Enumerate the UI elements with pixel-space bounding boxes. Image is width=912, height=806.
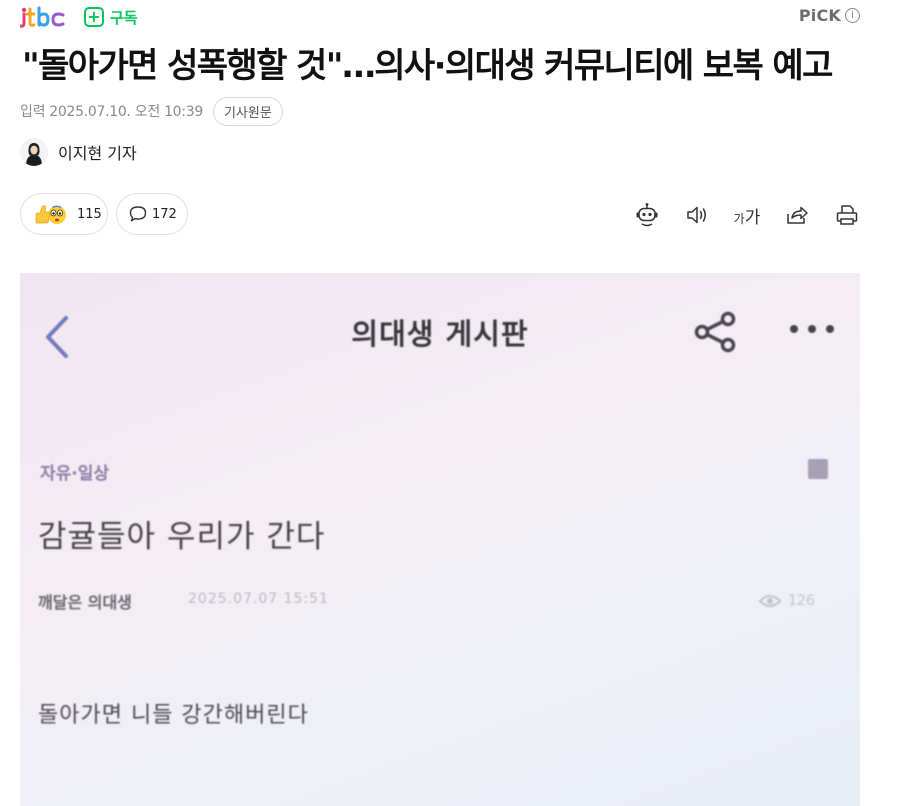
reaction-emoji-icon bbox=[35, 205, 66, 224]
top-bar: + 구독 PiCK i bbox=[20, 4, 860, 30]
font-size-button[interactable]: 가가 bbox=[732, 200, 762, 230]
speaker-icon bbox=[687, 206, 706, 224]
reaction-button[interactable]: 115 bbox=[20, 193, 108, 235]
font-size-large-label: 가 bbox=[744, 207, 761, 228]
comment-count: 172 bbox=[152, 206, 177, 222]
reaction-count: 115 bbox=[77, 206, 102, 222]
print-button[interactable] bbox=[832, 200, 862, 230]
pick-badge[interactable]: PiCK i bbox=[799, 6, 860, 25]
article-photo: 의대생 게시판 자유·일상 감귤들아 우리가 간다 깨달은 의대생 2025.0… bbox=[20, 273, 860, 806]
share-icon bbox=[787, 206, 808, 224]
article-meta: 입력 2025.07.10. 오전 10:39 기사원문 bbox=[20, 96, 283, 126]
author-avatar bbox=[20, 138, 48, 166]
post-date: 2025.07.07 15:51 bbox=[188, 591, 329, 607]
info-icon[interactable]: i bbox=[845, 8, 860, 23]
pick-label: PiCK bbox=[798, 6, 841, 25]
original-article-button[interactable]: 기사원문 bbox=[212, 96, 283, 126]
article-headline: "돌아가면 성폭행할 것"…의사·의대생 커뮤니티에 보복 예고 bbox=[22, 46, 833, 86]
comment-button[interactable]: 172 bbox=[116, 193, 188, 235]
font-size-small-label: 가 bbox=[733, 211, 745, 226]
summary-bot-button[interactable] bbox=[632, 200, 662, 230]
post-title: 감귤들아 우리가 간다 bbox=[38, 519, 326, 555]
robot-icon bbox=[636, 203, 658, 227]
bookmark-icon bbox=[808, 459, 828, 479]
post-writer: 깨달은 의대생 bbox=[38, 593, 132, 612]
post-views: 126 bbox=[758, 593, 815, 609]
publish-date: 입력 2025.07.10. 오전 10:39 bbox=[20, 104, 203, 120]
subscribe-button[interactable]: + 구독 bbox=[84, 5, 138, 29]
comment-icon bbox=[129, 206, 147, 222]
view-count: 126 bbox=[788, 593, 815, 609]
post-body: 돌아가면 니들 강간해버린다 bbox=[38, 703, 309, 728]
print-icon bbox=[836, 205, 858, 225]
eye-icon bbox=[758, 595, 782, 607]
author-info[interactable]: 이지현 기자 bbox=[20, 137, 137, 167]
subscribe-label: 구독 bbox=[110, 8, 138, 27]
audio-button[interactable] bbox=[682, 200, 712, 230]
share-button[interactable] bbox=[782, 200, 812, 230]
jtbc-logo[interactable] bbox=[20, 6, 68, 28]
more-icon bbox=[790, 325, 834, 333]
post-category: 자유·일상 bbox=[40, 464, 110, 484]
plus-icon: + bbox=[84, 7, 104, 27]
share-network-icon bbox=[694, 311, 736, 353]
author-name: 이지현 기자 bbox=[58, 144, 137, 163]
article-toolbar: 가가 bbox=[612, 200, 862, 230]
